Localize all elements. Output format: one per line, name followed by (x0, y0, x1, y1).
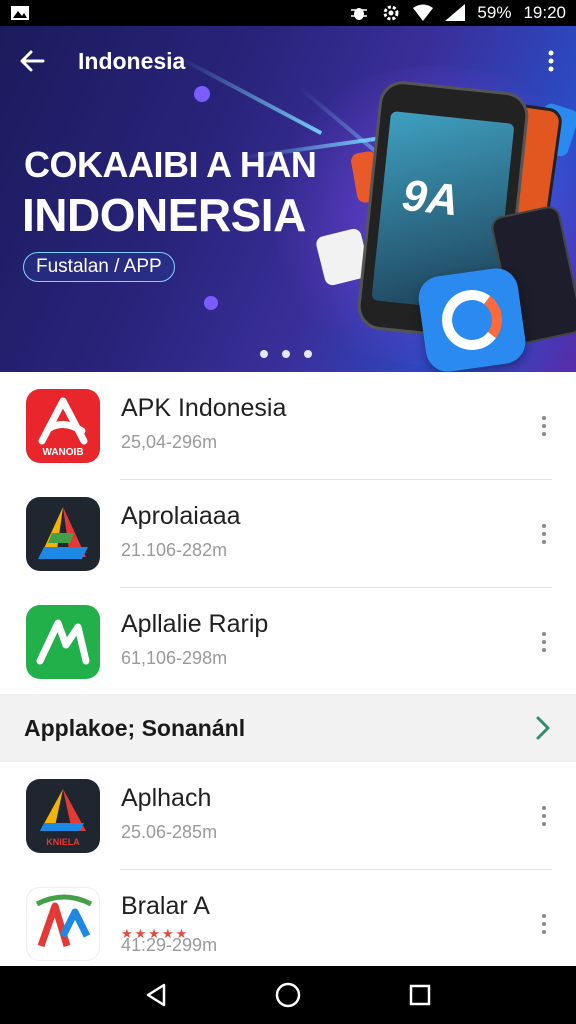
nav-home-button[interactable] (268, 975, 308, 1015)
more-options-button[interactable] (534, 514, 554, 554)
carousel-dot[interactable] (260, 350, 268, 358)
ab-logo-icon (36, 619, 90, 665)
list-item[interactable]: Apllalie Rarip 61,106-298m (0, 588, 576, 696)
app-meta: 25,04-296m (121, 432, 218, 452)
app-logo-illustration (415, 265, 529, 372)
hero-title-line1: COKAAIBI A HAN (24, 144, 317, 185)
section-header[interactable]: Applakoe; Sonanánl (0, 694, 576, 762)
list-item[interactable]: Aprolaiaaa 21.106-282m (0, 480, 576, 588)
overflow-menu-button[interactable] (526, 26, 576, 96)
app-name: Aplhach (121, 784, 212, 812)
page-title: Indonesia (78, 47, 186, 74)
settings-notification-icon (383, 5, 399, 21)
status-bar: 59% 19:20 (0, 0, 576, 26)
app-list-secondary: KNIELA Aplhach 25.06-285m Bralar A 41:29… (0, 762, 576, 978)
more-options-button[interactable] (534, 406, 554, 446)
carousel-indicator[interactable] (260, 350, 312, 358)
app-icon: KNIELA (26, 779, 100, 853)
top-app-bar: Indonesia (0, 26, 576, 96)
clock: 19:20 (523, 3, 566, 22)
list-item[interactable]: Bralar A 41:29-299m ★★★★★ (0, 870, 576, 978)
svg-text:WANOIB: WANOIB (42, 447, 83, 458)
app-meta: 61,106-298m (121, 648, 228, 668)
arrow-left-icon (20, 50, 45, 72)
app-icon (26, 497, 100, 571)
list-item[interactable]: WANOIB APK Indonesia 25,04-296m (0, 372, 576, 480)
battery-percent: 59% (477, 3, 512, 22)
floating-tile (204, 296, 218, 310)
wifi-icon (413, 4, 434, 21)
carousel-dot[interactable] (282, 350, 290, 358)
more-options-button[interactable] (534, 796, 554, 836)
chevron-right-icon[interactable] (530, 714, 554, 742)
more-options-button[interactable] (534, 904, 554, 944)
rating-stars: ★★★★★ (121, 926, 190, 941)
gallery-notification-icon (11, 6, 29, 20)
more-options-button[interactable] (534, 622, 554, 662)
app-icon (26, 887, 100, 961)
more-vertical-icon (548, 50, 554, 72)
triangle-logo-icon: KNIELA (40, 789, 86, 847)
section-title: Applakoe; Sonanánl (24, 714, 246, 741)
app-name: Aprolaiaaa (121, 502, 241, 530)
app-icon: WANOIB (26, 389, 100, 463)
app-name: Apllalie Rarip (121, 610, 269, 638)
circle-home-icon (275, 982, 301, 1008)
hero-title-line2: INDONERSIA (22, 189, 306, 241)
system-navigation-bar (0, 966, 576, 1024)
bug-icon (351, 8, 368, 20)
nav-back-button[interactable] (136, 975, 176, 1015)
app-meta: 25.06-285m (121, 822, 218, 842)
ab-colorful-logo-icon (35, 894, 93, 948)
hero-banner[interactable]: 9A Indonesia COKAAIBI A HAN INDONERSIA F… (0, 26, 576, 372)
app-name: Bralar A (121, 892, 210, 920)
triangle-back-icon (146, 983, 166, 1007)
app-list: WANOIB APK Indonesia 25,04-296m Aprolaia… (0, 372, 576, 696)
letter-a-logo-icon: WANOIB (38, 397, 88, 458)
triangle-logo-icon (38, 507, 88, 559)
app-meta: 21.106-282m (121, 540, 228, 560)
signal-icon (445, 4, 466, 21)
list-item[interactable]: KNIELA Aplhach 25.06-285m (0, 762, 576, 870)
svg-text:KNIELA: KNIELA (46, 837, 80, 847)
nav-recents-button[interactable] (400, 975, 440, 1015)
carousel-dot[interactable] (304, 350, 312, 358)
hero-pill-button[interactable]: Fustalan / APP (23, 252, 175, 282)
app-icon (26, 605, 100, 679)
back-button[interactable] (0, 26, 64, 96)
app-name: APK Indonesia (121, 394, 287, 422)
square-recents-icon (409, 984, 431, 1006)
